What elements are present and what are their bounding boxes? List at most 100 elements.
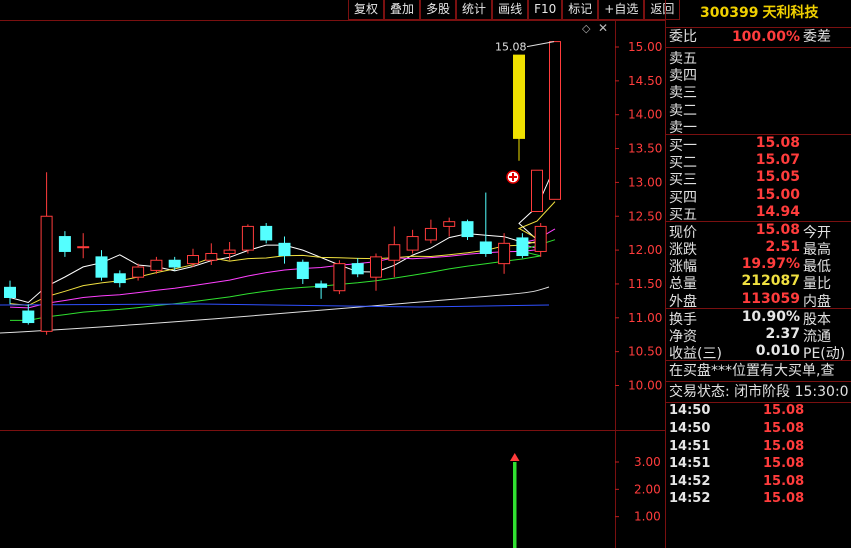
order-ratio-label: 委比: [669, 29, 697, 45]
volume-tick-label: 2.00: [634, 482, 661, 496]
tick-price: 15.08: [763, 473, 805, 489]
quote-row-2: 涨幅 19.97% 最低: [666, 256, 851, 275]
candle-body: [132, 266, 145, 278]
trade-status: 交易状态: 闭市阶段 15:30:0: [666, 382, 851, 404]
candle-body: [333, 263, 346, 292]
tick-row: 14:52 15.08: [666, 491, 851, 509]
bid-list: 买一 15.08 买二 15.07 买三 15.05 买四 15.00 买五 14.94: [666, 134, 851, 223]
ma60-line: [0, 286, 550, 334]
quote-row-2-value: 19.97%: [741, 256, 800, 273]
price-tick-label: 10.50: [628, 345, 662, 359]
toolbar-button-5[interactable]: F10: [528, 0, 563, 20]
candle-body: [260, 225, 273, 241]
candle-body: [388, 244, 401, 261]
close-icon[interactable]: ✕: [598, 21, 608, 35]
toolbar-button-2[interactable]: 多股: [420, 0, 457, 20]
tick-time: 14:50: [669, 403, 711, 419]
bid-row-0-value: 15.08: [755, 134, 800, 151]
fund-row-1-value: 2.37: [765, 326, 800, 342]
candle-body: [443, 221, 456, 227]
bid-row-2-value: 15.05: [755, 169, 800, 186]
toolbar-button-1[interactable]: 叠加: [384, 0, 421, 20]
candle-body: [370, 256, 382, 278]
toolbar-button-4[interactable]: 画线: [492, 0, 529, 20]
price-tick-label: 12.00: [628, 243, 662, 257]
bid-row-3: 买四 15.00: [666, 186, 851, 206]
chart-toolbar: 复权 叠加 多股 统计 画线 F10 标记 +自选 返回: [348, 0, 681, 20]
tick-time: 14:51: [669, 456, 711, 472]
price-tick-label: 11.50: [628, 277, 662, 291]
quote-row-4-value: 113059: [741, 290, 800, 307]
quote-row-0: 现价 15.08 今开: [666, 222, 851, 241]
candle-body: [296, 261, 309, 280]
tick-row: 14:51 15.08: [666, 439, 851, 457]
tick-time: 14:51: [669, 438, 711, 454]
candle-body: [315, 283, 328, 288]
volume-bar: [513, 462, 517, 548]
high-price-label: 15.08: [495, 41, 527, 54]
diamond-icon[interactable]: ◇: [582, 22, 590, 35]
tick-row: 14:52 15.08: [666, 474, 851, 492]
candle-body: [150, 259, 163, 271]
tick-price: 15.08: [763, 491, 805, 507]
fund-row-0: 换手 10.90% 股本: [666, 309, 851, 328]
candle-body: [77, 246, 90, 249]
fund-row-1: 净资 2.37 流通: [666, 326, 851, 345]
ask-row-3: 卖二: [666, 100, 851, 119]
candle-body: [223, 249, 236, 254]
fund-row-2: 收益(三) 0.010 PE(动): [666, 343, 851, 363]
candle-body: [531, 169, 543, 213]
order-ratio-row: 委比 100.00% 委差: [666, 28, 851, 48]
tick-time: 14:52: [669, 491, 711, 507]
quote-row-4-label2: 内盘: [803, 293, 831, 310]
price-tick-label: 11.00: [628, 311, 662, 325]
candle-body: [241, 225, 254, 251]
price-tick-label: 14.50: [628, 74, 662, 88]
candle-body: [461, 221, 474, 238]
stock-code: 300399: [700, 5, 759, 21]
candle-body: [513, 54, 525, 139]
toolbar-button-6[interactable]: 标记: [562, 0, 599, 20]
candle-body: [406, 236, 419, 251]
toolbar-button-0[interactable]: 复权: [348, 0, 385, 20]
ask-row-4: 卖一: [666, 117, 851, 136]
candle-body: [479, 241, 492, 254]
candle-body: [95, 256, 108, 278]
bid-row-4: 买五 14.94: [666, 204, 851, 223]
kline-chart[interactable]: 15.00 14.50 14.00 13.50 13.00 12.50 12.00 11.50…: [0, 0, 665, 548]
candle-body: [40, 215, 53, 332]
stock-name: 天利科技: [762, 5, 819, 21]
ma120-line: [0, 303, 550, 308]
volume-tick-label: 1.00: [634, 510, 661, 524]
toolbar-button-3[interactable]: 统计: [456, 0, 493, 20]
quote-row-3-value: 212087: [741, 273, 800, 290]
quote-row-4: 外盘 113059 内盘: [666, 290, 851, 310]
ask-row-0: 卖五: [666, 48, 851, 67]
quote-row-1: 涨跌 2.51 最高: [666, 239, 851, 258]
bid-row-1: 买二 15.07: [666, 152, 851, 171]
candle-body: [424, 227, 437, 241]
tick-time: 14:50: [669, 420, 711, 436]
price-tick-label: 13.50: [628, 142, 662, 156]
order-diff-label: 委差: [803, 29, 831, 45]
candle-body: [113, 273, 126, 284]
bid-row-2: 买三 15.05: [666, 169, 851, 188]
tick-row: 14:50 15.08: [666, 421, 851, 439]
ask-list: 卖五 卖四 卖三 卖二 卖一: [666, 48, 851, 136]
toolbar-button-7[interactable]: +自选: [598, 0, 645, 20]
bid-row-3-value: 15.00: [755, 186, 800, 203]
tick-row: 14:51 15.08: [666, 456, 851, 474]
price-tick-label: 10.00: [628, 379, 662, 393]
ask-row-2: 卖三: [666, 82, 851, 101]
price-tick-label: 13.00: [628, 175, 662, 189]
candle-body: [187, 255, 199, 265]
quote-row-3: 总量 212087 量比: [666, 273, 851, 292]
quote-panel: 300399 天利科技 委比 100.00% 委差 卖五 卖四 卖三 卖二 卖一 买一 15…: [665, 0, 851, 548]
fund-row-2-value: 0.010: [755, 343, 800, 360]
ask-row-4-label: 卖一: [669, 119, 697, 136]
candle-body: [205, 252, 218, 261]
tick-time: 14:52: [669, 473, 711, 489]
candle-body: [58, 236, 71, 252]
fund-row-2-label: 收益(三): [669, 346, 722, 363]
tick-price: 15.08: [763, 403, 805, 419]
